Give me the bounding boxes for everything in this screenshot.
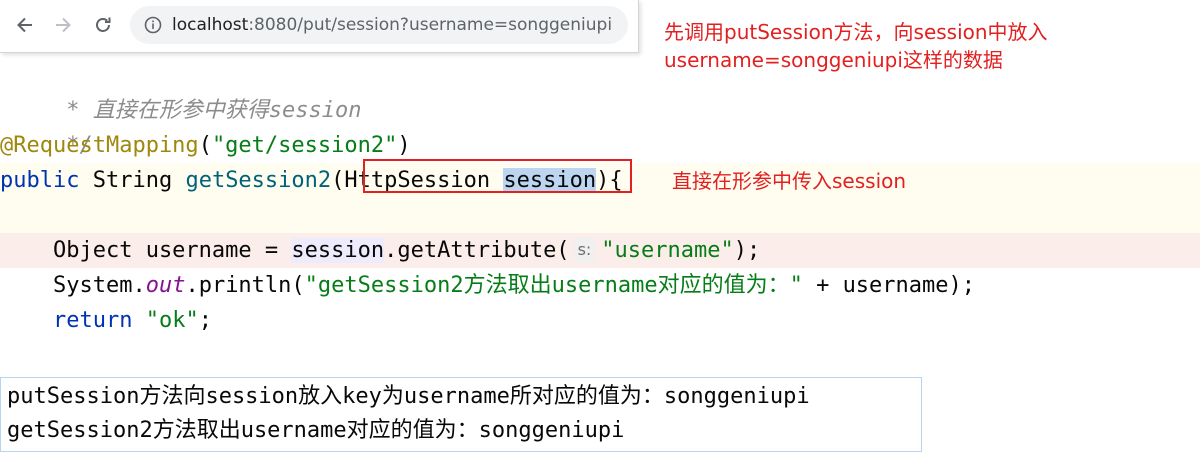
- code-line-println: System.out.println("getSession2方法取出usern…: [0, 268, 1200, 303]
- attribute-key: "username": [601, 238, 734, 263]
- browser-toolbar: localhost:8080/put/session?username=song…: [0, 0, 639, 53]
- forward-arrow-icon: [56, 17, 71, 33]
- annotation-inline: 直接在形参中传入session: [672, 169, 907, 193]
- info-icon[interactable]: [144, 16, 162, 34]
- get-attribute-call: .getAttribute(: [384, 238, 570, 263]
- annotation-top-line2: username=songgeniupi这样的数据: [664, 48, 1003, 72]
- return-value: "ok": [145, 308, 199, 333]
- code-line-annotation: @RequestMapping("get/session2"): [0, 128, 1200, 163]
- address-bar[interactable]: localhost:8080/put/session?username=song…: [130, 6, 628, 44]
- code-line-get-attribute: Object username = session.getAttribute(s…: [0, 233, 1200, 268]
- url-text[interactable]: localhost:8080/put/session?username=song…: [172, 6, 612, 44]
- console-line-1: putSession方法向session放入key为username所对应的值为…: [7, 384, 810, 409]
- println-string: "getSession2方法取出username对应的值为：": [304, 273, 803, 298]
- parameter-highlight-box: [363, 159, 632, 193]
- console-output-panel[interactable]: putSession方法向session放入key为username所对应的值为…: [0, 377, 922, 452]
- return-space: [132, 308, 145, 333]
- console-line-2: getSession2方法取出username对应的值为：songgeniupi: [7, 418, 625, 443]
- println-call: .println(: [185, 273, 305, 298]
- return-end: ;: [198, 308, 212, 333]
- annotation-name: @RequestMapping: [0, 133, 199, 158]
- code-line-blank: [0, 198, 1200, 233]
- reload-button[interactable]: [88, 10, 118, 40]
- system-ref: System.: [0, 273, 146, 298]
- return-indent: [0, 308, 53, 333]
- object-decl: Object username =: [0, 238, 292, 263]
- back-button[interactable]: [10, 10, 40, 40]
- annotation-top-line1: 先调用putSession方法，向session中放入: [664, 20, 1048, 44]
- return-type: String: [79, 168, 186, 193]
- method-name: getSession2: [185, 168, 332, 193]
- code-line-close: }: [0, 338, 1200, 403]
- back-arrow-icon: [17, 17, 32, 33]
- out-field: out: [145, 273, 186, 298]
- keyword-public: public: [0, 168, 80, 193]
- code-line-return: return "ok";: [0, 303, 1200, 338]
- annotation-open: (: [198, 133, 212, 158]
- session-reference: session: [291, 238, 385, 263]
- forward-button[interactable]: [48, 10, 78, 40]
- url-host: localhost: [172, 15, 249, 35]
- url-path: :8080/put/session?username=songgeniupi: [248, 15, 613, 35]
- reload-icon: [96, 17, 111, 32]
- annotation-close: ): [397, 133, 411, 158]
- annotation-value: "get/session2": [211, 133, 398, 158]
- code-line-comment: * 直接在形参中获得session: [0, 58, 1200, 123]
- get-attribute-end: );: [733, 238, 761, 263]
- println-end: + username);: [802, 273, 976, 298]
- code-line-comment-end: */: [0, 93, 1200, 158]
- parameter-hint: s:: [573, 238, 596, 262]
- keyword-return: return: [52, 308, 133, 333]
- signature-open: (: [331, 168, 345, 193]
